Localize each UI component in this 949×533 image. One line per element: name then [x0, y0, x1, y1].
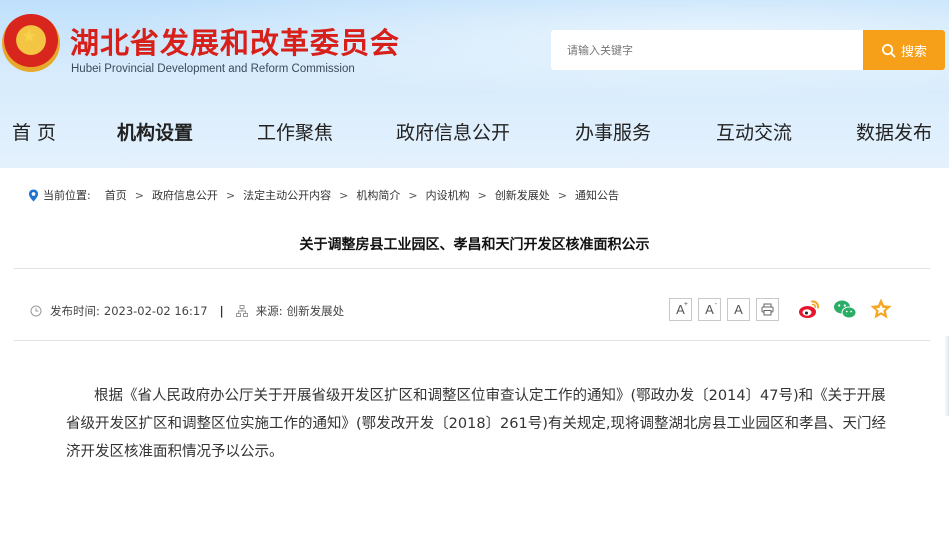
breadcrumb-item[interactable]: 机构简介 — [356, 187, 400, 203]
minus-icon: - — [714, 300, 717, 308]
breadcrumb-item[interactable]: 内设机构 — [426, 187, 470, 203]
source-value: 创新发展处 — [286, 304, 345, 318]
breadcrumb-item[interactable]: 创新发展处 — [495, 187, 550, 203]
nav-item-organization[interactable]: 机构设置 — [117, 118, 193, 145]
publish-time: 2023-02-02 16:17 — [103, 304, 208, 318]
site-subtitle: Hubei Provincial Development and Reform … — [71, 63, 355, 75]
breadcrumb-separator: > — [134, 188, 144, 202]
search-button[interactable]: 搜索 — [863, 30, 945, 70]
article-title: 关于调整房县工业园区、孝昌和天门开发区核准面积公示 — [299, 237, 650, 253]
search-box — [551, 30, 863, 70]
breadcrumb-separator: > — [477, 188, 487, 202]
font-small-label: A — [734, 301, 743, 317]
scroll-edge — [944, 336, 949, 416]
nav-item-work-focus[interactable]: 工作聚焦 — [257, 118, 333, 145]
wechat-icon[interactable] — [833, 297, 857, 321]
meta-divider: | — [219, 304, 224, 318]
article-meta: 发布时间: 2023-02-02 16:17 | 来源: 创新发展处 — [30, 303, 344, 319]
breadcrumb-item[interactable]: 首页 — [105, 187, 127, 203]
sitemap-icon — [235, 305, 248, 317]
print-button[interactable] — [756, 297, 779, 321]
font-medium-label: A — [705, 301, 714, 317]
national-emblem-icon: ★ — [2, 14, 60, 72]
divider — [14, 268, 930, 269]
font-medium-button[interactable]: A- — [698, 297, 721, 321]
nav-item-gov-info[interactable]: 政府信息公开 — [396, 118, 510, 145]
source-label: 来源: — [255, 304, 283, 318]
search-button-label: 搜索 — [900, 44, 927, 60]
search-input[interactable] — [551, 30, 863, 70]
nav-item-home[interactable]: 首 页 — [12, 118, 56, 145]
divider — [14, 340, 930, 341]
breadcrumb: 当前位置: 首页 > 政府信息公开 > 法定主动公开内容 > 机构简介 > 内设… — [28, 187, 619, 203]
main-content: 当前位置: 首页 > 政府信息公开 > 法定主动公开内容 > 机构简介 > 内设… — [0, 168, 949, 533]
search-icon — [882, 43, 896, 57]
main-nav: 首 页 机构设置 工作聚焦 政府信息公开 办事服务 互动交流 数据发布 — [0, 118, 949, 158]
nav-item-interaction[interactable]: 互动交流 — [716, 118, 792, 145]
article-tools: A + A- A — [669, 297, 893, 321]
breadcrumb-separator: > — [339, 188, 349, 202]
site-title[interactable]: 湖北省发展和改革委员会 — [70, 20, 400, 62]
breadcrumb-item[interactable]: 法定主动公开内容 — [243, 187, 331, 203]
nav-item-services[interactable]: 办事服务 — [575, 118, 651, 145]
clock-icon — [30, 305, 42, 317]
nav-item-data-release[interactable]: 数据发布 — [856, 118, 932, 145]
breadcrumb-separator: > — [408, 188, 418, 202]
print-icon — [761, 303, 774, 315]
breadcrumb-item[interactable]: 政府信息公开 — [152, 187, 218, 203]
article-body: 根据《省人民政府办公厅关于开展省级开发区扩区和调整区位审查认定工作的通知》(鄂政… — [66, 388, 886, 460]
breadcrumb-separator: > — [557, 188, 568, 202]
font-small-button[interactable]: A — [727, 297, 750, 321]
breadcrumb-separator: > — [225, 188, 236, 202]
font-large-button[interactable]: A + — [669, 297, 692, 321]
weibo-icon[interactable] — [797, 297, 821, 321]
breadcrumb-prefix: 当前位置: — [43, 189, 91, 202]
publish-label: 发布时间: — [50, 304, 100, 318]
favorite-icon[interactable] — [869, 297, 893, 321]
site-header: ★ 湖北省发展和改革委员会 Hubei Provincial Developme… — [0, 0, 949, 168]
breadcrumb-item[interactable]: 通知公告 — [575, 187, 619, 203]
location-icon — [28, 189, 39, 201]
plus-icon: + — [683, 300, 688, 308]
